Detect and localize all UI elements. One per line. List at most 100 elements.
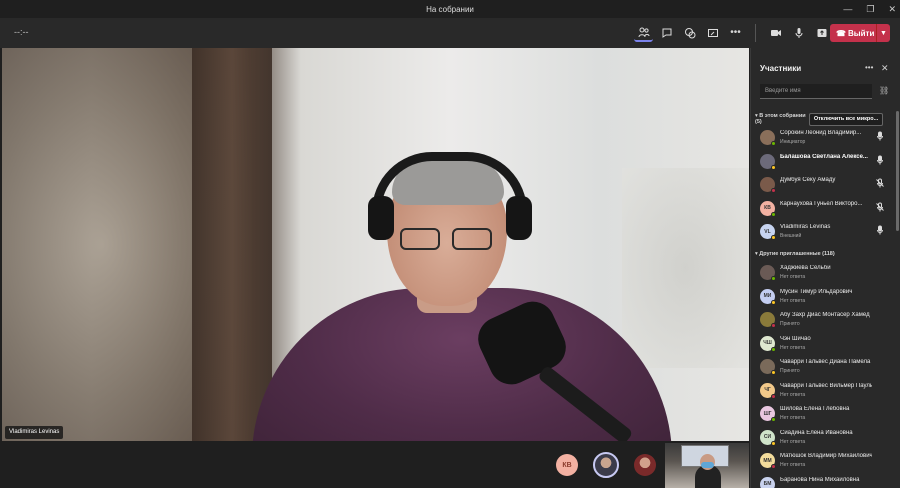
list-item[interactable]: ШГ Шилова Елена Глебовна Нет ответа [760, 404, 890, 426]
more-actions-button[interactable]: ••• [726, 23, 745, 42]
speaker-name-tag: Vladimiras Levinas [5, 426, 64, 439]
mute-all-button[interactable]: Отключить все микро... [809, 113, 883, 126]
list-item[interactable]: ЧГ Чаварри Гальвес Вильмер Пауль Нет ответ… [760, 381, 890, 403]
participant-status: Принято [780, 321, 800, 327]
presence-dot [771, 393, 776, 399]
participant-name: Сорокин Леонид Владимир... [780, 130, 862, 136]
presence-dot [771, 276, 776, 281]
participants-panel: Участники ••• ✕ Введите имя ⛓ ▾ В этом с… [750, 48, 900, 488]
participant-name: Абу Захр Диас Монтасер Хамед [780, 312, 870, 318]
more-options-icon[interactable]: ••• [865, 63, 873, 72]
toolbar-divider [755, 23, 756, 42]
participant-status: Инициатор [780, 139, 806, 145]
headphone-left [368, 196, 394, 240]
restore-icon[interactable]: ❐ [866, 4, 874, 15]
self-video-preview[interactable] [665, 443, 749, 488]
avatar[interactable]: КВ [556, 454, 578, 476]
list-item[interactable]: Абу Захр Диас Монтасер Хамед Принято [760, 310, 890, 332]
meeting-toolbar: --:-- ••• ☎ Выйти ▼ [0, 18, 900, 48]
window-controls: — ❐ ✕ [843, 0, 896, 18]
participant-status: Нет ответа [780, 344, 806, 351]
presence-dot [771, 235, 776, 240]
list-item[interactable]: ЧШ Чэн Шичао Нет ответа [760, 334, 890, 356]
share-icon [707, 28, 718, 37]
avatar[interactable] [634, 454, 656, 476]
list-item[interactable]: VL Vladimiras Levinas Внешний [760, 222, 890, 244]
reactions-icon [684, 27, 695, 38]
participant-status: Нет ответа [780, 297, 806, 304]
face-mask [701, 462, 714, 468]
window-title: На собрании [426, 4, 474, 14]
toolbar-icons: ••• [634, 23, 831, 42]
leave-button[interactable]: ☎ Выйти ▼ [830, 24, 890, 42]
participant-name: Матюшок Владимир Михайлович [780, 453, 872, 459]
close-icon[interactable]: ✕ [881, 63, 889, 74]
participant-name: Шилова Елена Глебовна [780, 406, 850, 412]
reactions-button[interactable] [680, 23, 699, 42]
microphone-icon [795, 27, 802, 38]
phone-hangup-icon: ☎ [836, 28, 846, 38]
participant-name: Чаварри Гальвес Диана Памела [780, 359, 871, 365]
list-item[interactable]: ММ Матюшок Владимир Михайлович Нет ответа [760, 451, 890, 473]
speaker-figure [252, 152, 672, 441]
meeting-timer: --:-- [14, 27, 29, 37]
list-item[interactable]: БМ Баранова Нина Михайловна [760, 475, 890, 488]
list-item[interactable]: Балашова Светлана Алексе... [760, 152, 890, 174]
microphone-icon[interactable] [875, 131, 885, 141]
mic-off-icon[interactable] [875, 202, 885, 212]
panel-title: Участники [760, 64, 802, 73]
presence-dot [771, 188, 776, 193]
close-window-icon[interactable]: ✕ [888, 4, 896, 15]
others-header[interactable]: ▾ Другие приглашенные (118) [755, 251, 835, 257]
participant-status: Внешний [780, 233, 802, 239]
list-item[interactable]: Сорокин Леонид Владимир... Инициатор [760, 128, 890, 150]
presence-dot [771, 417, 776, 422]
presence-dot [771, 464, 776, 469]
people-icon [638, 27, 649, 37]
mic-button[interactable] [789, 23, 808, 42]
avatar: БМ [760, 476, 775, 488]
presence-dot [771, 370, 776, 375]
participants-button[interactable] [634, 23, 653, 42]
list-item[interactable]: Хаджиева Сельби Нет ответа [760, 263, 890, 285]
presence-dot [771, 299, 776, 305]
list-item[interactable]: МИ Мусин Тимур Ильдарович Нет ответа [760, 287, 890, 309]
mic-off-icon[interactable] [875, 178, 885, 188]
panel-scrollbar[interactable] [896, 111, 899, 231]
presence-dot [771, 211, 776, 217]
list-item[interactable]: Чаварри Гальвес Диана Памела Принято [760, 357, 890, 379]
list-item[interactable]: СИ Сиадина Елена Ивановна Нет ответа [760, 428, 890, 450]
participant-name: Мусин Тимур Ильдарович [780, 288, 853, 295]
chat-button[interactable] [657, 23, 676, 42]
participant-name: Думбуя Секу Амаду [780, 177, 836, 183]
microphone-icon[interactable] [875, 225, 885, 235]
share-screen-button[interactable] [703, 23, 722, 42]
participant-status: Нет ответа [780, 438, 806, 445]
participant-status: Нет ответа [780, 391, 806, 398]
avatar[interactable] [593, 452, 619, 478]
participant-name: Балашова Светлана Алексе... [780, 153, 868, 160]
speaker-video[interactable] [2, 48, 749, 441]
minimize-icon[interactable]: — [843, 4, 852, 14]
participant-name: Чэн Шичао [780, 335, 811, 342]
participant-name: Чаварри Гальвес Вильмер Пауль [780, 382, 872, 389]
participant-name: Хаджиева Сельби [780, 265, 831, 271]
presence-dot [771, 440, 776, 446]
presence-dot [771, 141, 776, 146]
chat-icon [662, 28, 671, 38]
list-item[interactable]: КВ Карнаухова Гуньел Викторо... [760, 199, 890, 221]
camera-button[interactable] [766, 23, 785, 42]
search-input[interactable]: Введите имя [760, 84, 872, 99]
participant-name: Карнаухова Гуньел Викторо... [780, 200, 863, 207]
link-icon[interactable]: ⛓ [879, 86, 889, 95]
in-meeting-header[interactable]: ▾ В этом собрании (5) [755, 113, 807, 125]
list-item[interactable]: Думбуя Секу Амаду [760, 175, 890, 197]
chevron-down-icon[interactable]: ▼ [876, 24, 890, 42]
presence-dot [771, 346, 776, 352]
upload-icon [817, 28, 826, 37]
share-tray-button[interactable] [812, 23, 831, 42]
microphone-icon[interactable] [875, 155, 885, 165]
participant-name: Баранова Нина Михайловна [780, 476, 860, 483]
camera-icon [770, 29, 781, 36]
presence-dot [771, 323, 776, 328]
